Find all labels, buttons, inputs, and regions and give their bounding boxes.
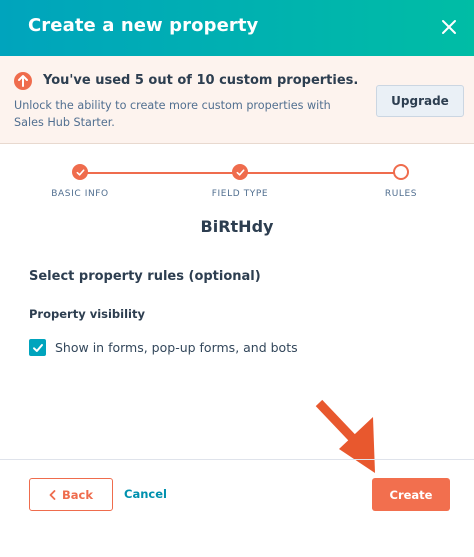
progress-stepper: BASIC INFO FIELD TYPE RULES — [0, 160, 474, 210]
banner-headline: You've used 5 out of 10 custom propertie… — [43, 73, 359, 88]
show-in-forms-checkbox[interactable] — [29, 339, 46, 356]
show-in-forms-label[interactable]: Show in forms, pop-up forms, and bots — [55, 340, 298, 355]
cancel-link[interactable]: Cancel — [124, 487, 167, 501]
upgrade-arrow-icon — [14, 72, 32, 90]
step-basic-info-dot — [72, 164, 88, 180]
checkmark-icon — [236, 168, 244, 176]
limit-banner: You've used 5 out of 10 custom propertie… — [0, 56, 474, 144]
visibility-label: Property visibility — [29, 307, 145, 321]
back-button[interactable]: Back — [29, 478, 113, 511]
modal-header: Create a new property — [0, 0, 474, 56]
step-rules-dot — [393, 164, 409, 180]
rules-section-title: Select property rules (optional) — [29, 269, 261, 284]
checkmark-icon — [76, 168, 84, 176]
create-button[interactable]: Create — [372, 478, 450, 511]
back-button-label: Back — [62, 487, 93, 502]
checkmark-icon — [32, 343, 43, 352]
step-connector — [240, 172, 401, 174]
footer-divider — [0, 459, 474, 460]
step-connector — [80, 172, 240, 174]
close-button[interactable] — [434, 12, 464, 42]
pointer-arrow-icon — [315, 399, 375, 473]
step-field-type-dot — [232, 164, 248, 180]
banner-body: Unlock the ability to create more custom… — [14, 99, 331, 129]
modal-title: Create a new property — [28, 15, 259, 36]
step-label-basic-info: BASIC INFO — [51, 189, 109, 199]
step-label-field-type: FIELD TYPE — [211, 189, 269, 199]
close-icon — [442, 20, 456, 34]
property-name: BiRtHdy — [200, 217, 274, 236]
upgrade-button[interactable]: Upgrade — [376, 85, 464, 117]
step-label-rules: RULES — [384, 189, 418, 199]
chevron-left-icon — [49, 489, 56, 500]
